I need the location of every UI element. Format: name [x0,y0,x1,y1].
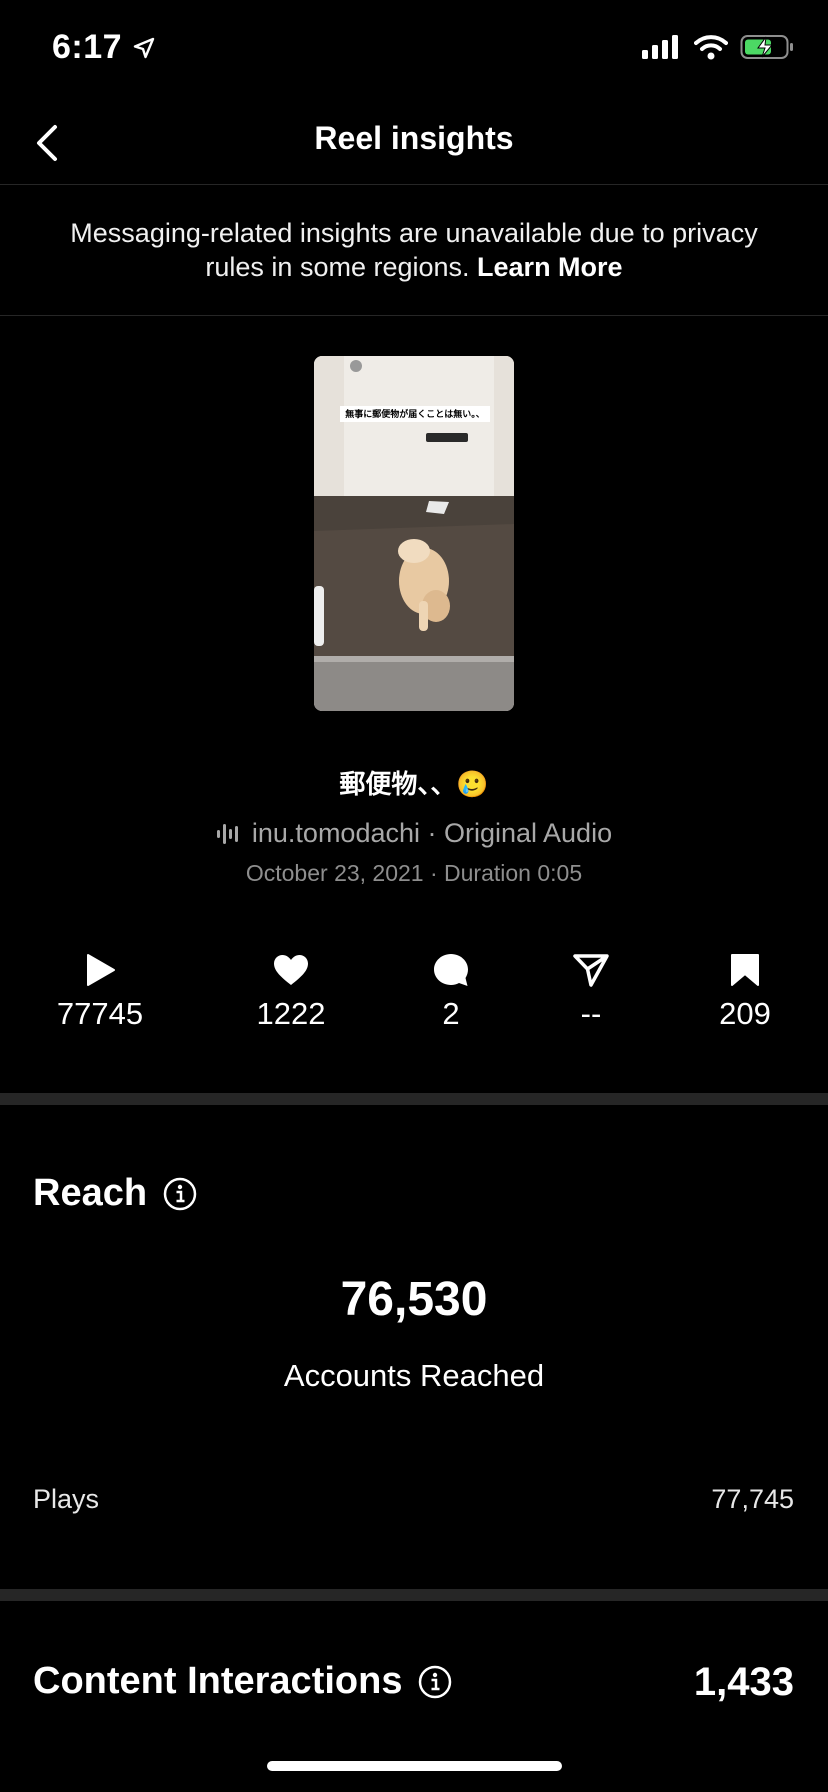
plays-row: Plays 77,745 [33,1484,794,1515]
play-icon [87,954,115,986]
page-title: Reel insights [314,120,514,156]
stat-value: 2 [442,996,460,1031]
info-icon[interactable] [418,1665,452,1699]
wifi-icon [694,35,728,60]
audio-waveform-icon [216,823,238,844]
privacy-notice-body: Messaging-related insights are unavailab… [70,218,758,282]
status-bar: 6:17 [0,0,828,100]
stat-plays: 77745 [30,950,170,1032]
audio-label: inu.tomodachi · Original Audio [251,818,613,848]
status-icons [642,34,794,60]
stat-value: 77745 [56,996,144,1031]
section-divider [0,1093,828,1105]
privacy-notice: Messaging-related insights are unavailab… [0,185,828,316]
plays-label: Plays [33,1484,100,1514]
audio-link[interactable]: inu.tomodachi · Original Audio [0,818,828,849]
stat-saves: 209 [675,950,815,1032]
section-divider [0,1589,828,1601]
content-interactions-value: 1,433 [693,1660,794,1704]
heart-icon [274,955,308,985]
reel-meta: October 23, 2021 · Duration 0:05 [245,860,583,886]
stat-shares: -- [521,950,661,1032]
comment-icon [434,954,468,986]
accounts-reached-value: 76,530 [340,1273,488,1326]
stat-comments: 2 [381,950,521,1032]
reel-caption: 郵便物、、🥲 [339,769,489,799]
stat-likes: 1222 [221,950,361,1032]
info-icon[interactable] [163,1177,197,1211]
cellular-signal-icon [642,35,678,59]
nav-bar: Reel insights [0,100,828,185]
privacy-notice-text: Messaging-related insights are unavailab… [64,216,764,284]
reach-heading: Reach [33,1172,197,1215]
battery-charging-icon [740,35,793,59]
bookmark-icon [731,954,759,986]
accounts-reached-label: Accounts Reached [283,1358,545,1393]
share-icon [573,954,609,987]
stat-value: 209 [719,996,771,1031]
content-interactions-heading: Content Interactions [33,1660,452,1703]
reach-title: Reach [33,1172,148,1214]
status-time: 6:17 [52,28,156,67]
status-time-text: 6:17 [52,28,123,66]
learn-more-link[interactable]: Learn More [477,252,623,282]
stat-value: -- [580,996,602,1031]
plays-value: 77,745 [711,1484,794,1514]
reel-thumbnail[interactable]: 無事に郵便物が届くことは無い。、 [314,356,514,711]
thumbnail-caption: 無事に郵便物が届くことは無い。、 [340,406,490,422]
stats-row: 77745 1222 2 -- 209 [0,950,828,1040]
home-indicator[interactable] [267,1761,562,1771]
location-arrow-icon [133,37,155,58]
content-interactions-title: Content Interactions [33,1660,403,1702]
stat-value: 1222 [256,996,326,1031]
